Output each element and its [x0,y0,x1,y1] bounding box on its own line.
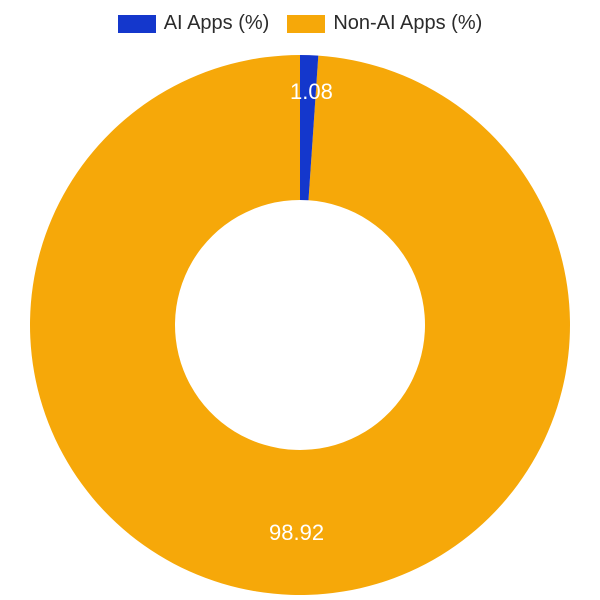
chart-legend: AI Apps (%) Non-AI Apps (%) [0,12,600,35]
legend-swatch-ai [118,15,156,33]
value-label-ai: 1.08 [290,79,333,105]
legend-item-non-ai: Non-AI Apps (%) [287,12,482,35]
legend-label-ai: AI Apps (%) [164,12,270,35]
legend-swatch-non-ai [287,15,325,33]
donut-svg [25,50,575,600]
slice-non-ai [30,55,570,595]
donut-chart: AI Apps (%) Non-AI Apps (%) 1.08 98.92 [0,0,600,600]
value-label-non-ai: 98.92 [269,520,324,546]
legend-label-non-ai: Non-AI Apps (%) [333,12,482,35]
legend-item-ai: AI Apps (%) [118,12,270,35]
